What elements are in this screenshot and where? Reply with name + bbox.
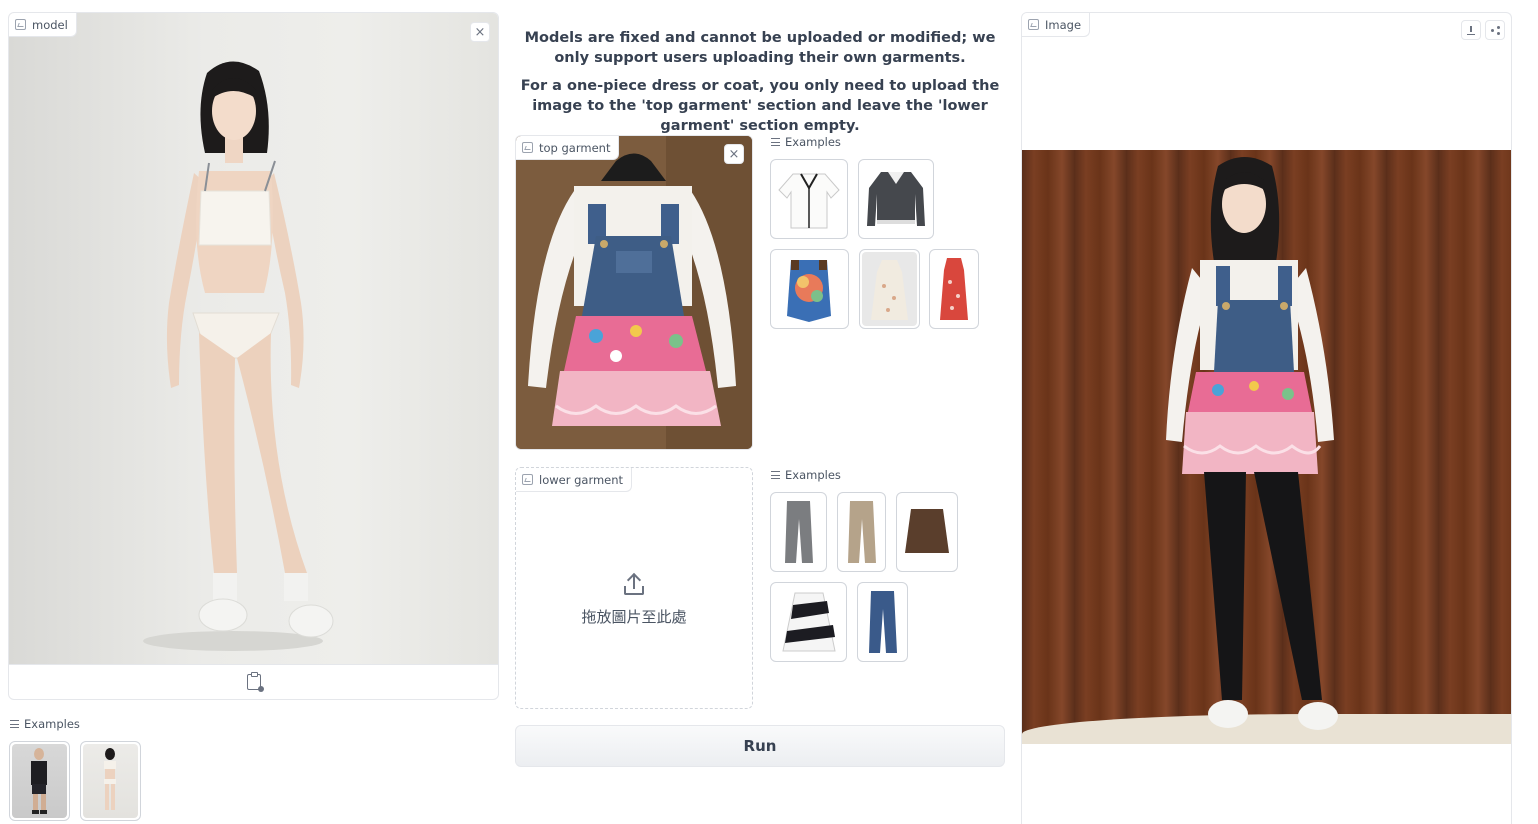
dark-cardigan-drawing [867,172,925,226]
lower-example-grey-trousers[interactable] [770,492,827,572]
top-garment-label: top garment [539,140,611,155]
top-garment-label-tag: top garment [516,136,620,160]
model-label-tag: model [9,13,77,37]
dropzone-text: 拖放圖片至此處 [581,607,687,626]
share-icon [1490,25,1500,35]
top-examples-header: Examples [771,135,841,149]
clipboard-image-icon[interactable] [246,672,264,692]
lower-garment-panel[interactable]: lower garment 拖放圖片至此處 [515,467,753,709]
floral-vest-drawing [787,260,831,322]
white-blouse-drawing [778,173,840,229]
red-floral-dress-drawing [940,258,968,320]
model-label: model [32,17,68,32]
top-garment-clear-button[interactable]: × [724,144,744,164]
model-examples-header: Examples [10,717,80,731]
model-image-panel[interactable]: model × [8,12,499,700]
output-label-tag: Image [1022,13,1091,37]
top-garment-panel[interactable]: top garment × [515,135,753,450]
model-example-2[interactable] [80,741,141,821]
share-button[interactable] [1485,20,1505,40]
download-icon [1467,25,1475,35]
output-image-panel: Image [1021,12,1512,824]
lower-examples-label: Examples [785,468,841,482]
model-example-1[interactable] [9,741,70,821]
image-icon [522,474,533,485]
khaki-trousers-drawing [848,501,876,563]
lower-example-khaki-trousers[interactable] [837,492,886,572]
model-photo [9,13,498,664]
striped-skirt-drawing [782,592,836,652]
result-figure [1166,157,1338,730]
image-icon [522,142,533,153]
top-garment-drawing [516,136,752,449]
lower-example-blue-jeans[interactable] [857,582,908,662]
grey-trousers-drawing [785,501,813,563]
instruction-line-2: For a one-piece dress or coat, you only … [520,78,1000,134]
image-icon [1028,19,1039,30]
lower-examples-header: Examples [771,468,841,482]
brown-skirt-drawing [905,509,949,553]
result-photo [1022,150,1511,744]
top-garment-photo [516,136,752,449]
list-icon [10,720,19,728]
instruction-line-1: Models are fixed and cannot be uploaded … [524,30,996,66]
top-examples-label: Examples [785,135,841,149]
top-example-floral-vest[interactable] [770,249,849,329]
model-example-1-figure [31,748,47,814]
lower-example-striped-skirt[interactable] [770,582,847,662]
list-icon [771,471,780,479]
top-example-beige-floral-dress[interactable] [859,249,920,329]
image-icon [15,19,26,30]
instructions: Models are fixed and cannot be uploaded … [515,28,1005,144]
list-icon [771,138,780,146]
output-label: Image [1045,17,1082,32]
run-button[interactable]: Run [515,725,1005,767]
top-example-red-floral-dress[interactable] [929,249,979,329]
model-example-2-figure [104,748,116,810]
model-toolbar [9,664,498,699]
lower-garment-label-tag: lower garment [516,468,633,492]
model-clear-button[interactable]: × [470,22,490,42]
model-examples-label: Examples [24,717,80,731]
top-example-dark-cardigan[interactable] [858,159,934,239]
model-figure [143,61,334,651]
download-button[interactable] [1461,20,1481,40]
blue-jeans-drawing [869,591,897,653]
lower-garment-dropzone[interactable]: 拖放圖片至此處 [516,492,752,708]
top-example-white-blouse[interactable] [770,159,848,239]
upload-icon [623,574,645,596]
lower-example-brown-skirt[interactable] [896,492,958,572]
beige-floral-dress-drawing [871,260,908,320]
lower-garment-label: lower garment [539,472,624,487]
